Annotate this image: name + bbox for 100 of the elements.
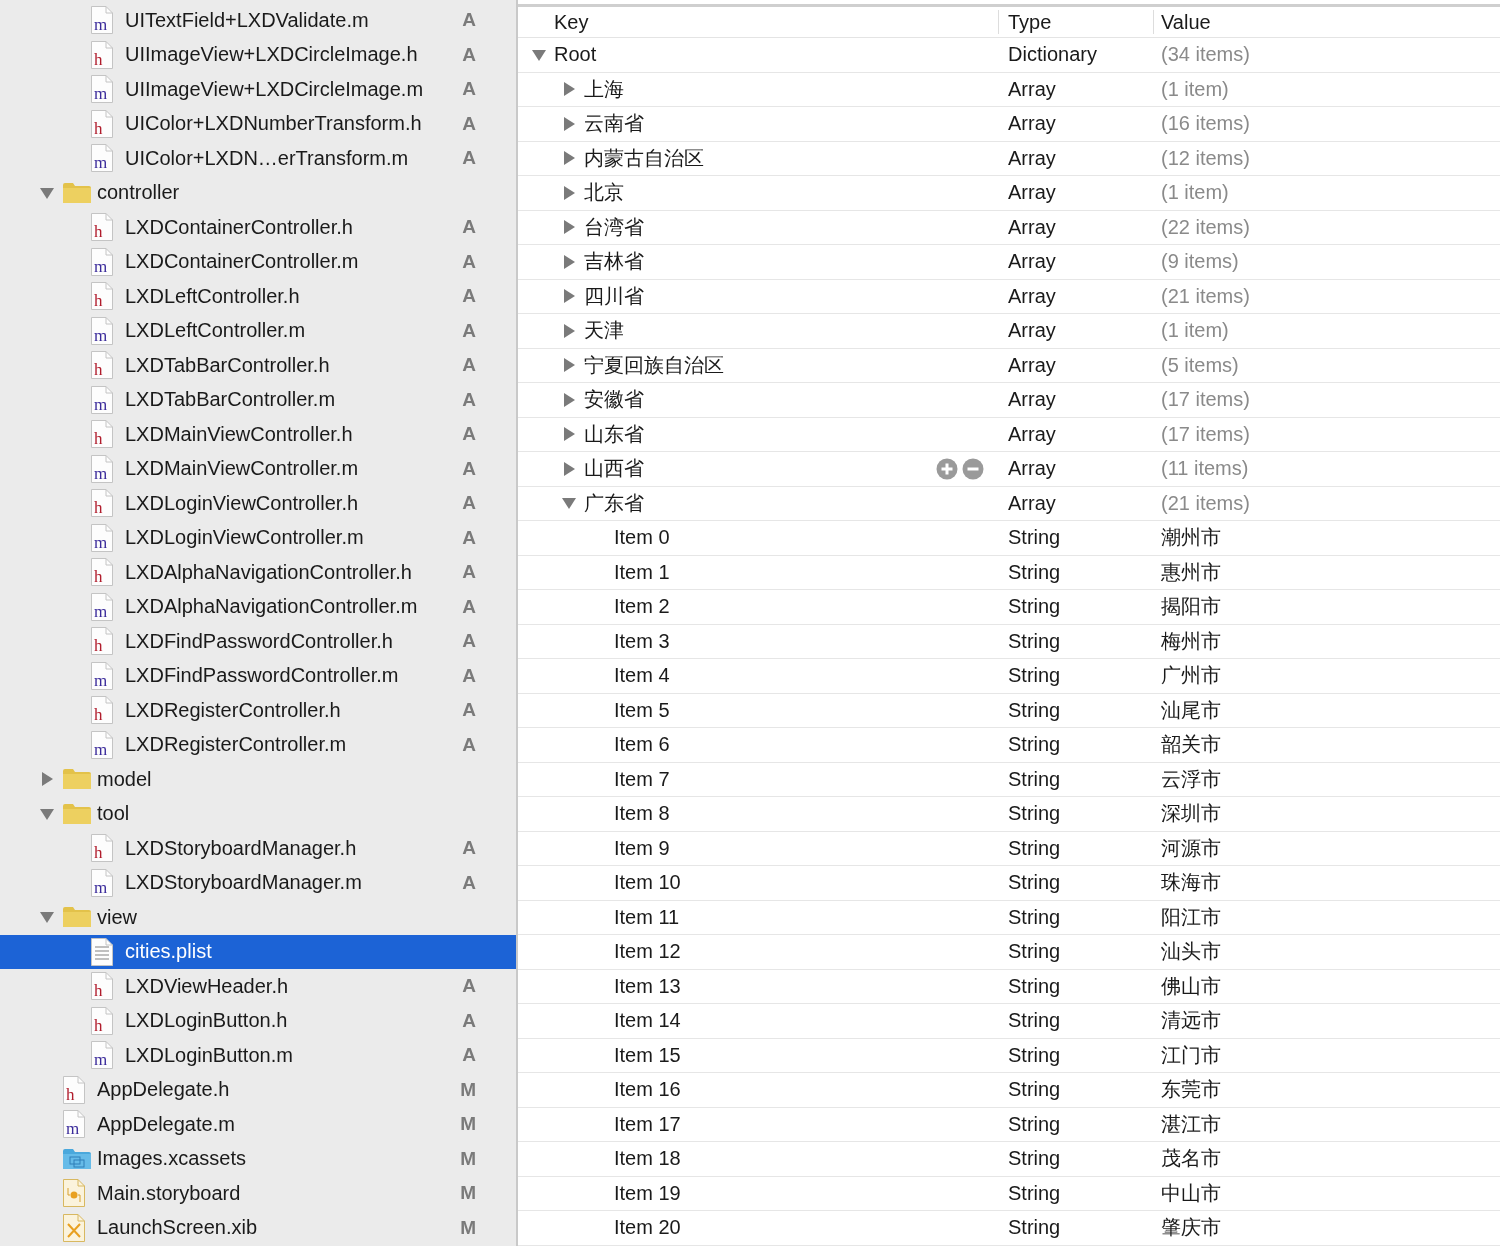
navigator-item[interactable]: h LXDLoginButton.h A bbox=[0, 1003, 516, 1038]
disclosure-triangle-icon[interactable] bbox=[562, 496, 576, 511]
navigator-item[interactable]: h LXDFindPasswordController.h A bbox=[0, 624, 516, 659]
disclosure-triangle-icon[interactable] bbox=[562, 461, 576, 476]
source-control-status: A bbox=[461, 1044, 476, 1067]
navigator-item[interactable]: h LXDLeftController.h A bbox=[0, 279, 516, 314]
navigator-item[interactable]: h UIColor+LXDNumberTransform.h A bbox=[0, 106, 516, 141]
type-cell: Array bbox=[1008, 457, 1056, 481]
navigator-item[interactable]: h LXDContainerController.h A bbox=[0, 210, 516, 245]
disclosure-triangle-icon[interactable] bbox=[562, 82, 576, 97]
value-cell: (17 items) bbox=[1161, 388, 1250, 412]
type-cell: String bbox=[1008, 871, 1061, 895]
navigator-item[interactable]: cities.plist bbox=[0, 934, 516, 969]
key-cell-text: 广东省 bbox=[584, 490, 644, 516]
disclosure-triangle-icon[interactable] bbox=[562, 358, 576, 373]
source-control-status: M bbox=[459, 1147, 476, 1170]
navigator-item[interactable]: m LXDMainViewController.m A bbox=[0, 451, 516, 486]
navigator-item[interactable]: LaunchScreen.xib M bbox=[0, 1210, 516, 1245]
file-name: LXDMainViewController.h bbox=[125, 422, 353, 446]
navigator-item[interactable]: m UIColor+LXDN…erTransform.m A bbox=[0, 141, 516, 176]
navigator-item[interactable]: h LXDMainViewController.h A bbox=[0, 417, 516, 452]
key-cell: Item 18 bbox=[614, 1147, 681, 1171]
source-control-status: A bbox=[461, 354, 476, 377]
disclosure-triangle-icon[interactable] bbox=[562, 254, 576, 269]
navigator-item[interactable]: view bbox=[0, 900, 516, 935]
key-cell: Item 14 bbox=[614, 1009, 681, 1033]
navigator-item[interactable]: h UIImageView+LXDCircleImage.h A bbox=[0, 37, 516, 72]
navigator-item[interactable]: m LXDTabBarController.m A bbox=[0, 382, 516, 417]
navigator-item[interactable]: h AppDelegate.h M bbox=[0, 1072, 516, 1107]
key-cell: Item 3 bbox=[614, 629, 670, 653]
source-control-status: A bbox=[461, 837, 476, 860]
file-name: LXDLeftController.m bbox=[125, 319, 306, 343]
navigator-item[interactable]: h LXDViewHeader.h A bbox=[0, 969, 516, 1004]
column-header[interactable]: Type bbox=[998, 10, 1153, 34]
type-cell: Array bbox=[1008, 422, 1056, 446]
disclosure-triangle-icon[interactable] bbox=[40, 806, 54, 821]
disclosure-triangle-icon[interactable] bbox=[562, 116, 576, 131]
file-icon: m bbox=[90, 591, 114, 622]
disclosure-triangle-icon[interactable] bbox=[562, 220, 576, 235]
source-control-status: A bbox=[461, 250, 476, 273]
source-control-status: A bbox=[461, 526, 476, 549]
navigator-item[interactable]: m UIImageView+LXDCircleImage.m A bbox=[0, 72, 516, 107]
navigator-item[interactable]: controller bbox=[0, 175, 516, 210]
file-name: model bbox=[97, 767, 152, 791]
key-cell-text: 安徽省 bbox=[584, 387, 644, 413]
column-header[interactable]: Key bbox=[518, 10, 998, 34]
navigator-item[interactable]: h LXDTabBarController.h A bbox=[0, 348, 516, 383]
navigator-item[interactable]: Main.storyboard M bbox=[0, 1176, 516, 1211]
disclosure-triangle-icon[interactable] bbox=[562, 392, 576, 407]
type-cell: Array bbox=[1008, 215, 1056, 239]
navigator-item[interactable]: tool bbox=[0, 796, 516, 831]
file-name: controller bbox=[97, 181, 180, 205]
navigator-item[interactable]: m LXDAlphaNavigationController.m A bbox=[0, 589, 516, 624]
file-icon: h bbox=[90, 971, 114, 1002]
source-control-status: A bbox=[461, 9, 476, 32]
add-icon[interactable] bbox=[936, 457, 958, 480]
navigator-item[interactable]: m LXDLeftController.m A bbox=[0, 313, 516, 348]
source-control-status: A bbox=[461, 733, 476, 756]
navigator-item[interactable]: m LXDRegisterController.m A bbox=[0, 727, 516, 762]
navigator-item[interactable]: m LXDStoryboardManager.m A bbox=[0, 865, 516, 900]
key-cell-text: 云南省 bbox=[584, 111, 644, 137]
disclosure-triangle-icon[interactable] bbox=[562, 323, 576, 338]
file-name: UIImageView+LXDCircleImage.m bbox=[125, 77, 424, 101]
navigator-item[interactable]: m UITextField+LXDValidate.m A bbox=[0, 3, 516, 38]
disclosure-triangle-icon[interactable] bbox=[40, 185, 54, 200]
navigator-item[interactable]: model bbox=[0, 762, 516, 797]
navigator-item[interactable]: m LXDLoginButton.m A bbox=[0, 1038, 516, 1073]
disclosure-triangle-icon[interactable] bbox=[562, 427, 576, 442]
navigator-item[interactable]: m AppDelegate.m M bbox=[0, 1107, 516, 1142]
navigator-item[interactable]: Images.xcassets M bbox=[0, 1141, 516, 1176]
key-cell-text: 山西省 bbox=[584, 456, 644, 482]
file-name: view bbox=[97, 905, 137, 929]
navigator-item[interactable]: h LXDRegisterController.h A bbox=[0, 693, 516, 728]
source-control-status: M bbox=[459, 1182, 476, 1205]
value-cell: (1 item) bbox=[1161, 181, 1229, 205]
disclosure-triangle-icon[interactable] bbox=[562, 185, 576, 200]
column-header[interactable]: Value bbox=[1153, 10, 1500, 34]
disclosure-triangle-icon[interactable] bbox=[40, 910, 54, 925]
disclosure-triangle-icon[interactable] bbox=[562, 151, 576, 166]
source-control-status: A bbox=[461, 285, 476, 308]
navigator-item[interactable]: m LXDContainerController.m A bbox=[0, 244, 516, 279]
value-cell: (22 items) bbox=[1161, 215, 1250, 239]
navigator-item[interactable]: m LXDFindPasswordController.m A bbox=[0, 658, 516, 693]
disclosure-triangle-icon[interactable] bbox=[562, 289, 576, 304]
navigator-item[interactable]: h LXDLoginViewController.h A bbox=[0, 486, 516, 521]
key-cell: Item 19 bbox=[614, 1181, 681, 1205]
remove-icon[interactable] bbox=[962, 457, 984, 480]
file-icon: m bbox=[90, 143, 114, 174]
disclosure-triangle-icon[interactable] bbox=[40, 772, 54, 787]
value-cell-text: 佛山市 bbox=[1161, 973, 1221, 999]
file-icon: m bbox=[90, 5, 114, 36]
disclosure-triangle-icon[interactable] bbox=[532, 47, 546, 62]
navigator-item[interactable]: h LXDAlphaNavigationController.h A bbox=[0, 555, 516, 590]
navigator-item[interactable]: m LXDLoginViewController.m A bbox=[0, 520, 516, 555]
type-cell: String bbox=[1008, 595, 1061, 619]
key-cell-text: 宁夏回族自治区 bbox=[584, 352, 724, 378]
value-cell-text: 肇庆市 bbox=[1161, 1215, 1221, 1241]
type-cell: String bbox=[1008, 802, 1061, 826]
source-control-status: M bbox=[459, 1113, 476, 1136]
navigator-item[interactable]: h LXDStoryboardManager.h A bbox=[0, 831, 516, 866]
